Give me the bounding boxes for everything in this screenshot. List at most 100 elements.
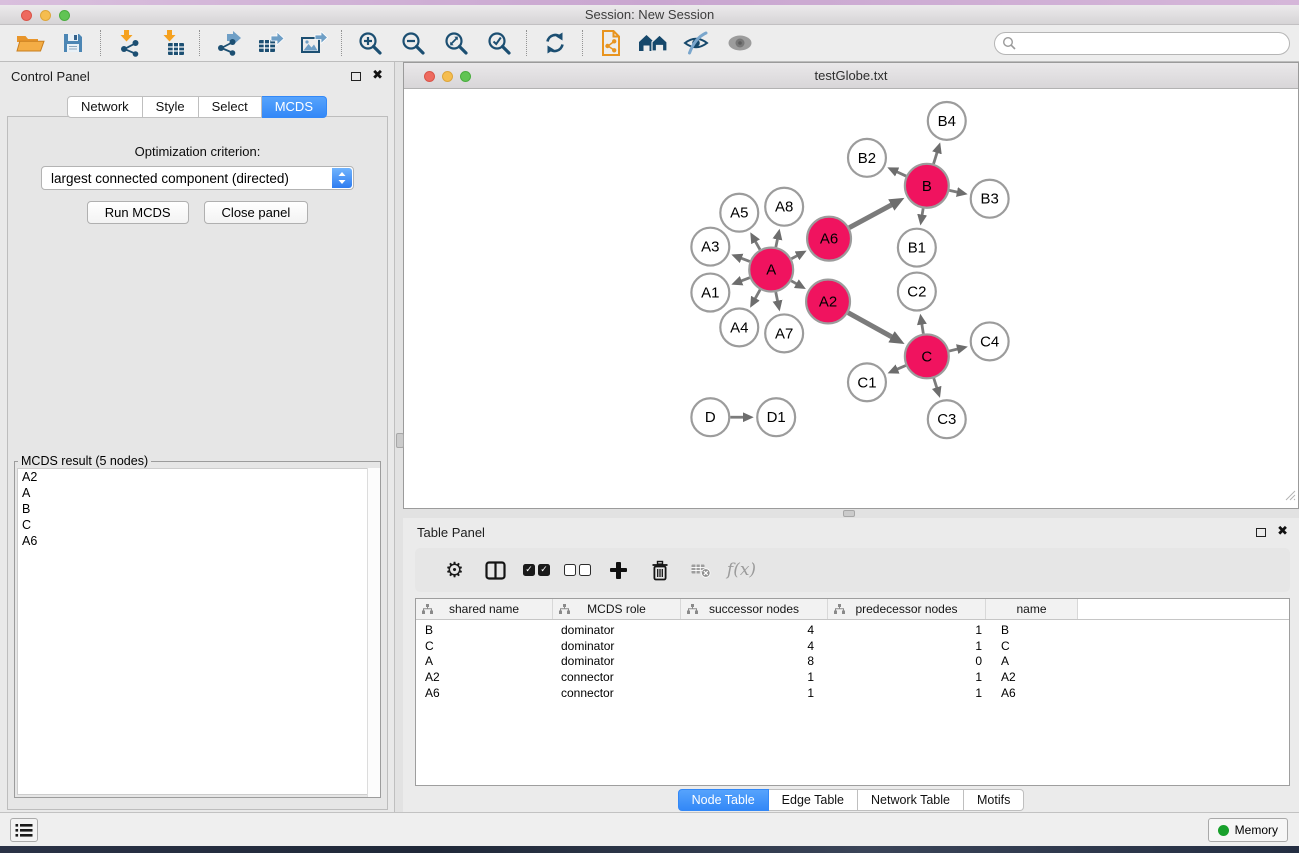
graph-node-A3[interactable]: A3	[691, 228, 729, 266]
graph-node-B3[interactable]: B3	[971, 180, 1009, 218]
column-header-MCDS-role[interactable]: MCDS role	[553, 599, 681, 619]
float-table-panel-icon[interactable]	[1256, 528, 1266, 537]
graphics-details-icon[interactable]	[675, 27, 718, 59]
export-table-icon[interactable]	[249, 27, 292, 59]
graph-node-A1[interactable]: A1	[691, 274, 729, 312]
graph-node-A5[interactable]: A5	[720, 194, 758, 232]
graph-edge-A-A7[interactable]	[776, 292, 778, 301]
graph-edge-B-B3[interactable]	[949, 190, 957, 192]
graph-node-D[interactable]: D	[691, 398, 729, 436]
graph-edge-A-A3[interactable]	[741, 258, 750, 261]
close-table-panel-icon[interactable]: ✖	[1277, 527, 1288, 537]
graph-edge-B-B1[interactable]	[922, 208, 923, 215]
tab-select[interactable]: Select	[199, 96, 262, 118]
graph-node-C[interactable]: C	[905, 334, 949, 378]
graph-edge-C-C3[interactable]	[934, 378, 937, 388]
table-row[interactable]: Bdominator41B	[416, 622, 1289, 638]
table-row[interactable]: A6connector11A6	[416, 685, 1289, 701]
graph-node-A[interactable]: A	[749, 248, 793, 292]
column-header-successor-nodes[interactable]: successor nodes	[681, 599, 828, 619]
graph-node-B[interactable]: B	[905, 164, 949, 208]
vertical-splitter-handle[interactable]	[396, 433, 404, 448]
graph-node-A8[interactable]: A8	[765, 188, 803, 226]
mcds-result-item[interactable]: A	[18, 485, 377, 501]
delete-table-icon[interactable]	[680, 554, 721, 586]
graph-edge-A2-C[interactable]	[848, 313, 892, 337]
close-panel-icon[interactable]: ✖	[372, 71, 383, 81]
tab-style[interactable]: Style	[143, 96, 199, 118]
function-builder-icon[interactable]: f(x)	[721, 554, 762, 586]
graph-node-A4[interactable]: A4	[720, 308, 758, 346]
graph-node-C3[interactable]: C3	[928, 400, 966, 438]
export-network-icon[interactable]	[206, 27, 249, 59]
graph-edge-A-A1[interactable]	[741, 278, 750, 281]
graph-node-B4[interactable]: B4	[928, 102, 966, 140]
tab-motifs[interactable]: Motifs	[964, 789, 1024, 811]
graph-edge-C-C4[interactable]	[949, 349, 958, 351]
criterion-dropdown[interactable]: largest connected component (directed)	[41, 166, 354, 190]
save-session-icon[interactable]	[51, 27, 94, 59]
memory-button[interactable]: Memory	[1208, 818, 1288, 842]
mcds-result-item[interactable]: C	[18, 517, 377, 533]
table-row[interactable]: Cdominator41C	[416, 638, 1289, 654]
tab-node-table[interactable]: Node Table	[678, 789, 769, 811]
mcds-result-item[interactable]: A6	[18, 533, 377, 549]
add-column-icon[interactable]	[598, 554, 639, 586]
graph-edge-B-B2[interactable]	[897, 172, 906, 176]
graph-edge-A-A8[interactable]	[776, 239, 778, 247]
float-panel-icon[interactable]	[351, 72, 361, 81]
zoom-out-icon[interactable]	[391, 27, 434, 59]
graph-node-D1[interactable]: D1	[757, 398, 795, 436]
open-file-icon[interactable]	[8, 27, 51, 59]
graph-edge-C-C2[interactable]	[922, 324, 923, 334]
window-resize-grip[interactable]	[1283, 488, 1296, 506]
graph-edge-A-A4[interactable]	[755, 290, 760, 299]
horizontal-splitter-handle[interactable]	[843, 510, 855, 517]
search-input[interactable]	[1016, 34, 1289, 52]
import-table-icon[interactable]	[150, 27, 193, 59]
graph-node-A2[interactable]: A2	[806, 280, 850, 324]
apply-layout-icon[interactable]	[533, 27, 576, 59]
close-panel-button[interactable]: Close panel	[204, 201, 309, 224]
graph-node-B1[interactable]: B1	[898, 229, 936, 267]
column-header-shared-name[interactable]: shared name	[416, 599, 553, 619]
graph-node-C2[interactable]: C2	[898, 273, 936, 311]
mcds-result-item[interactable]: B	[18, 501, 377, 517]
graph-node-A6[interactable]: A6	[807, 217, 851, 261]
delete-column-icon[interactable]	[639, 554, 680, 586]
new-network-from-selection-icon[interactable]	[589, 27, 632, 59]
mcds-result-list[interactable]: A2ABCA6	[17, 468, 378, 795]
graph-edge-A-A5[interactable]	[755, 241, 760, 249]
mcds-result-item[interactable]: A2	[18, 469, 377, 485]
graph-edge-A6-B[interactable]	[849, 205, 891, 228]
graph-edge-A-A2[interactable]	[791, 281, 797, 284]
graph-edge-C-C1[interactable]	[897, 365, 906, 369]
network-canvas[interactable]: A A1 A2 A3 A4 A5 A6 A7 A8 B B1 B2 B3 B4 C C1 C2 C3 C4 D D1	[404, 89, 1298, 508]
graph-edge-B-B4[interactable]	[934, 152, 938, 163]
tab-mcds[interactable]: MCDS	[262, 96, 327, 118]
column-header-name[interactable]: name	[986, 599, 1078, 619]
search-box[interactable]	[994, 32, 1290, 55]
table-row[interactable]: A2connector11A2	[416, 669, 1289, 685]
graph-node-A7[interactable]: A7	[765, 314, 803, 352]
import-network-icon[interactable]	[107, 27, 150, 59]
mcds-list-scrollbar[interactable]	[367, 468, 380, 797]
tab-network-table[interactable]: Network Table	[858, 789, 964, 811]
table-options-icon[interactable]: ⚙	[434, 554, 475, 586]
deselect-all-icon[interactable]	[557, 554, 598, 586]
graph-node-B2[interactable]: B2	[848, 139, 886, 177]
zoom-fit-icon[interactable]	[434, 27, 477, 59]
birds-eye-view-icon[interactable]	[718, 27, 761, 59]
task-history-button[interactable]	[10, 818, 38, 842]
zoom-in-icon[interactable]	[348, 27, 391, 59]
show-columns-icon[interactable]	[475, 554, 516, 586]
graph-node-C1[interactable]: C1	[848, 363, 886, 401]
tab-network[interactable]: Network	[67, 96, 143, 118]
graph-node-C4[interactable]: C4	[971, 322, 1009, 360]
zoom-selected-icon[interactable]	[477, 27, 520, 59]
export-image-icon[interactable]	[292, 27, 335, 59]
select-all-icon[interactable]: ✓✓	[516, 554, 557, 586]
table-row[interactable]: Adominator80A	[416, 653, 1289, 669]
run-mcds-button[interactable]: Run MCDS	[87, 201, 189, 224]
graph-edge-A-A6[interactable]	[791, 256, 797, 259]
